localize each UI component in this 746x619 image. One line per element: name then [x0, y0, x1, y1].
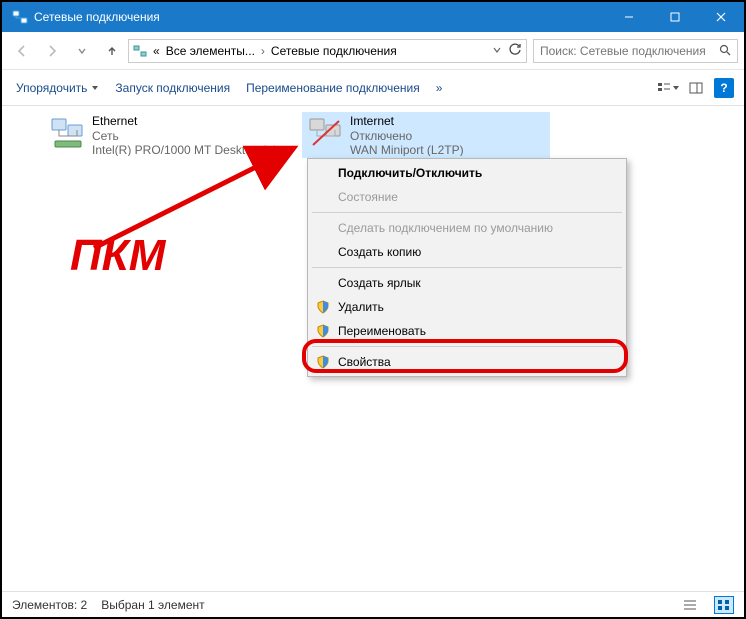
- menu-separator: [312, 346, 622, 347]
- content-area: Ethernet Сеть Intel(R) PRO/1000 MT Deskt…: [2, 106, 744, 583]
- help-button[interactable]: ?: [714, 78, 734, 98]
- menu-connect[interactable]: Подключить/Отключить: [310, 161, 624, 185]
- details-view-button[interactable]: [680, 596, 700, 614]
- view-options-button[interactable]: [654, 74, 682, 102]
- item-count: Элементов: 2: [12, 598, 87, 612]
- shield-icon: [316, 355, 330, 369]
- menu-delete-label: Удалить: [338, 300, 384, 314]
- start-connection-label: Запуск подключения: [115, 81, 230, 95]
- organize-menu[interactable]: Упорядочить: [8, 77, 107, 99]
- annotation-label: ПКМ: [70, 231, 165, 281]
- preview-pane-button[interactable]: [682, 74, 710, 102]
- status-bar: Элементов: 2 Выбран 1 элемент: [2, 591, 744, 617]
- rename-connection-button[interactable]: Переименование подключения: [238, 77, 428, 99]
- organize-label: Упорядочить: [16, 81, 87, 95]
- search-box[interactable]: [533, 39, 738, 63]
- back-button: [8, 37, 36, 65]
- menu-properties-label: Свойства: [338, 355, 391, 369]
- breadcrumb-item-2[interactable]: Сетевые подключения: [269, 42, 399, 60]
- connection-name: Imternet: [350, 114, 464, 129]
- search-icon[interactable]: [713, 44, 737, 57]
- context-menu: Подключить/Отключить Состояние Сделать п…: [307, 158, 627, 377]
- menu-set-default: Сделать подключением по умолчанию: [310, 216, 624, 240]
- menu-rename-label: Переименовать: [338, 324, 426, 338]
- connection-name: Ethernet: [92, 114, 286, 129]
- close-button[interactable]: [698, 2, 744, 32]
- chevron-right-icon[interactable]: ›: [259, 44, 267, 58]
- history-dropdown[interactable]: [68, 37, 96, 65]
- location-icon: [131, 44, 149, 58]
- menu-delete[interactable]: Удалить: [310, 295, 624, 319]
- toolbar: Упорядочить Запуск подключения Переимено…: [2, 70, 744, 106]
- shield-icon: [316, 300, 330, 314]
- start-connection-button[interactable]: Запуск подключения: [107, 77, 238, 99]
- connection-device: WAN Miniport (L2TP): [350, 143, 464, 157]
- maximize-button[interactable]: [652, 2, 698, 32]
- shield-icon: [316, 324, 330, 338]
- menu-separator: [312, 267, 622, 268]
- menu-create-shortcut[interactable]: Создать ярлык: [310, 271, 624, 295]
- selection-count: Выбран 1 элемент: [101, 598, 204, 612]
- forward-button: [38, 37, 66, 65]
- menu-separator: [312, 212, 622, 213]
- address-bar[interactable]: « Все элементы... › Сетевые подключения: [128, 39, 527, 63]
- connection-status: Отключено: [350, 129, 464, 143]
- up-button[interactable]: [98, 37, 126, 65]
- menu-rename[interactable]: Переименовать: [310, 319, 624, 343]
- menu-properties[interactable]: Свойства: [310, 350, 624, 374]
- minimize-button[interactable]: [606, 2, 652, 32]
- breadcrumb-item-1[interactable]: Все элементы...: [164, 42, 257, 60]
- menu-create-copy[interactable]: Создать копию: [310, 240, 624, 264]
- network-adapter-icon: [48, 114, 88, 154]
- connection-internet[interactable]: Imternet Отключено WAN Miniport (L2TP): [302, 112, 550, 158]
- rename-connection-label: Переименование подключения: [246, 81, 420, 95]
- refresh-button[interactable]: [506, 42, 524, 59]
- app-icon: [12, 9, 28, 25]
- large-icons-view-button[interactable]: [714, 596, 734, 614]
- menu-status: Состояние: [310, 185, 624, 209]
- window-title: Сетевые подключения: [34, 10, 606, 24]
- titlebar: Сетевые подключения: [2, 2, 744, 32]
- search-input[interactable]: [534, 44, 713, 58]
- address-bar-row: « Все элементы... › Сетевые подключения: [2, 32, 744, 70]
- toolbar-overflow[interactable]: »: [428, 77, 451, 99]
- address-dropdown[interactable]: [490, 44, 504, 58]
- breadcrumb-prefix[interactable]: «: [151, 42, 162, 60]
